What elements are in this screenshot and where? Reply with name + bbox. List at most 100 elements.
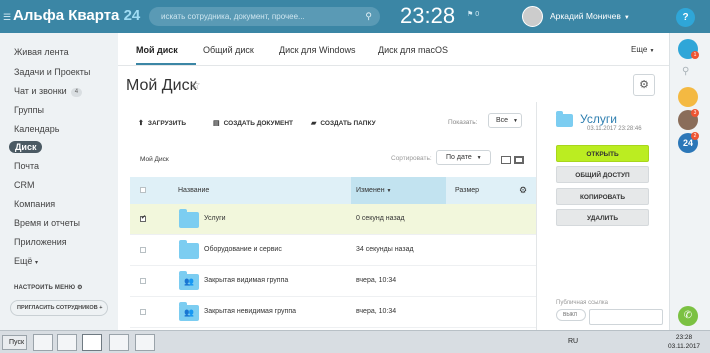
tab-disk-macos[interactable]: Диск для macOS xyxy=(378,45,448,55)
tab-my-disk[interactable]: Мой диск xyxy=(136,45,178,55)
search-input[interactable]: искать сотрудника, документ, прочее... ⚲ xyxy=(149,7,380,26)
row-checkbox[interactable] xyxy=(140,309,146,315)
sidebar-item-label: Компания xyxy=(14,199,56,209)
sidebar-item-mail[interactable]: Почта xyxy=(14,161,39,171)
app-icon[interactable] xyxy=(57,334,77,351)
contact-avatar[interactable] xyxy=(678,87,698,107)
upload-button[interactable]: ⬆ ЗАГРУЗИТЬ xyxy=(138,119,186,127)
create-folder-label: СОЗДАТЬ ПАПКУ xyxy=(320,120,376,127)
copy-button[interactable]: КОПИРОВАТЬ xyxy=(556,188,649,205)
sidebar-item-calendar[interactable]: Календарь xyxy=(14,124,59,134)
folder-app-icon[interactable] xyxy=(33,334,53,351)
column-settings-icon[interactable]: ⚙ xyxy=(519,185,527,196)
row-name[interactable]: Оборудование и сервис xyxy=(204,246,282,253)
folder-icon xyxy=(556,111,573,127)
public-link-input[interactable] xyxy=(589,309,663,325)
row-name[interactable]: Закрытая невидимая группа xyxy=(204,308,296,315)
create-folder-button[interactable]: ▰ СОЗДАТЬ ПАПКУ xyxy=(311,119,376,127)
language-indicator[interactable]: RU xyxy=(568,338,578,345)
flag-icon[interactable]: ⚑ 0 xyxy=(467,10,479,18)
column-header-size[interactable]: Размер xyxy=(455,187,479,194)
tab-shared-disk[interactable]: Общий диск xyxy=(203,45,254,55)
show-filter-value: Все xyxy=(496,117,509,124)
sidebar-item-feed[interactable]: Живая лента xyxy=(14,47,69,57)
menu-icon[interactable]: ☰ xyxy=(3,12,11,23)
chrome-icon[interactable] xyxy=(82,334,102,351)
sidebar-item-disk[interactable]: Диск xyxy=(9,141,43,153)
share-button[interactable]: ОБЩИЙ ДОСТУП xyxy=(556,166,649,183)
row-checkbox[interactable] xyxy=(140,247,146,253)
user-menu[interactable]: Аркадий Моничев ▼ xyxy=(550,11,630,21)
details-name[interactable]: Услуги xyxy=(580,112,617,126)
row-checkbox[interactable] xyxy=(140,278,146,284)
avatar[interactable] xyxy=(522,6,543,27)
sidebar-item-label: Приложения xyxy=(14,237,67,247)
grid-view-icon[interactable] xyxy=(501,156,511,164)
column-header-name[interactable]: Название xyxy=(178,187,209,194)
sidebar-item-company[interactable]: Компания xyxy=(14,199,55,209)
brand-number: 24 xyxy=(123,7,141,24)
public-link-toggle[interactable]: ВЫКЛ xyxy=(556,309,586,321)
users-icon: 👥 xyxy=(184,277,194,286)
breadcrumb[interactable]: Мой Диск xyxy=(140,156,169,163)
search-icon[interactable]: ⚲ xyxy=(682,66,689,77)
sort-select[interactable]: По дате ▼ xyxy=(436,150,491,165)
row-checkbox[interactable] xyxy=(140,214,146,222)
sidebar-item-label: Время и отчеты xyxy=(14,218,81,228)
row-modified: 34 секунды назад xyxy=(356,246,414,253)
search-icon[interactable]: ⚲ xyxy=(365,7,372,26)
chat-count-badge: 4 xyxy=(70,88,83,97)
sidebar-item-time-reports[interactable]: Время и отчеты xyxy=(14,218,80,228)
app-icon[interactable] xyxy=(135,334,155,351)
more-tabs-menu[interactable]: Еще ▼ xyxy=(631,45,654,54)
firefox-icon[interactable] xyxy=(109,334,129,351)
configure-menu-button[interactable]: НАСТРОИТЬ МЕНЮ ⚙ xyxy=(14,284,83,291)
details-panel: Услуги 03.11.2017 23:28:46 ОТКРЫТЬ ОБЩИЙ… xyxy=(536,102,669,330)
table-row[interactable]: Услуги 0 секунд назад xyxy=(130,204,536,235)
table-row[interactable]: 👥 Закрытая невидимая группа вчера, 10:34 xyxy=(130,297,536,328)
folder-icon xyxy=(179,209,199,228)
sidebar-item-more[interactable]: Ещё ▾ xyxy=(14,256,38,266)
row-name[interactable]: Закрытая видимая группа xyxy=(204,277,288,284)
select-all-checkbox[interactable] xyxy=(140,187,146,193)
column-header-modified-label: Изменен xyxy=(356,187,385,194)
create-document-button[interactable]: ▤ СОЗДАТЬ ДОКУМЕНТ xyxy=(213,119,293,127)
table-row[interactable]: 👥 Закрытая видимая группа вчера, 10:34 xyxy=(130,266,536,297)
chevron-down-icon: ▾ xyxy=(34,260,38,266)
brand-logo[interactable]: Альфа Кварта 24 xyxy=(13,7,140,24)
tab-disk-windows[interactable]: Диск для Windows xyxy=(279,45,355,55)
settings-gear-button[interactable]: ⚙ xyxy=(633,74,655,96)
show-label: Показать: xyxy=(448,119,478,126)
sidebar-item-apps[interactable]: Приложения xyxy=(14,237,67,247)
clock[interactable]: 23:28 xyxy=(400,3,455,29)
flag-count: 0 xyxy=(475,11,480,18)
star-icon[interactable]: ☆ xyxy=(190,78,201,92)
sidebar-item-crm[interactable]: CRM xyxy=(14,180,35,190)
taskbar-clock[interactable]: 23:28 03.11.2017 xyxy=(668,333,700,351)
help-button[interactable]: ? xyxy=(676,8,695,27)
row-modified: вчера, 10:34 xyxy=(356,308,397,315)
sidebar-item-label: Группы xyxy=(14,105,44,115)
details-date: 03.11.2017 23:28:46 xyxy=(587,126,642,132)
plus-icon: + xyxy=(99,305,103,311)
invite-button[interactable]: ПРИГЛАСИТЬ СОТРУДНИКОВ + xyxy=(10,300,108,316)
sidebar-item-label: Задачи и Проекты xyxy=(14,67,91,77)
sidebar-item-label: Диск xyxy=(15,142,37,152)
sidebar-item-tasks[interactable]: Задачи и Проекты xyxy=(14,67,90,77)
table-row[interactable]: Оборудование и сервис 34 секунды назад xyxy=(130,235,536,266)
gear-icon: ⚙ xyxy=(77,285,83,291)
column-header-modified[interactable]: Изменен ▼ xyxy=(356,187,391,194)
delete-button[interactable]: УДАЛИТЬ xyxy=(556,209,649,226)
top-bar: ☰ Альфа Кварта 24 искать сотрудника, док… xyxy=(0,0,710,33)
phone-icon[interactable]: ✆ xyxy=(678,306,698,326)
row-name[interactable]: Услуги xyxy=(204,215,226,222)
list-view-icon[interactable] xyxy=(514,156,524,164)
sidebar-item-label: Почта xyxy=(14,161,39,171)
start-button[interactable]: Пуск xyxy=(2,335,27,350)
open-button[interactable]: ОТКРЫТЬ xyxy=(556,145,649,162)
chevron-down-icon: ▼ xyxy=(513,118,518,124)
sidebar-item-groups[interactable]: Группы xyxy=(14,105,44,115)
os-taskbar: Пуск RU 23:28 03.11.2017 xyxy=(0,330,710,353)
sidebar-item-chat[interactable]: Чат и звонки 4 xyxy=(14,86,83,97)
show-filter-select[interactable]: Все ▼ xyxy=(488,113,522,128)
